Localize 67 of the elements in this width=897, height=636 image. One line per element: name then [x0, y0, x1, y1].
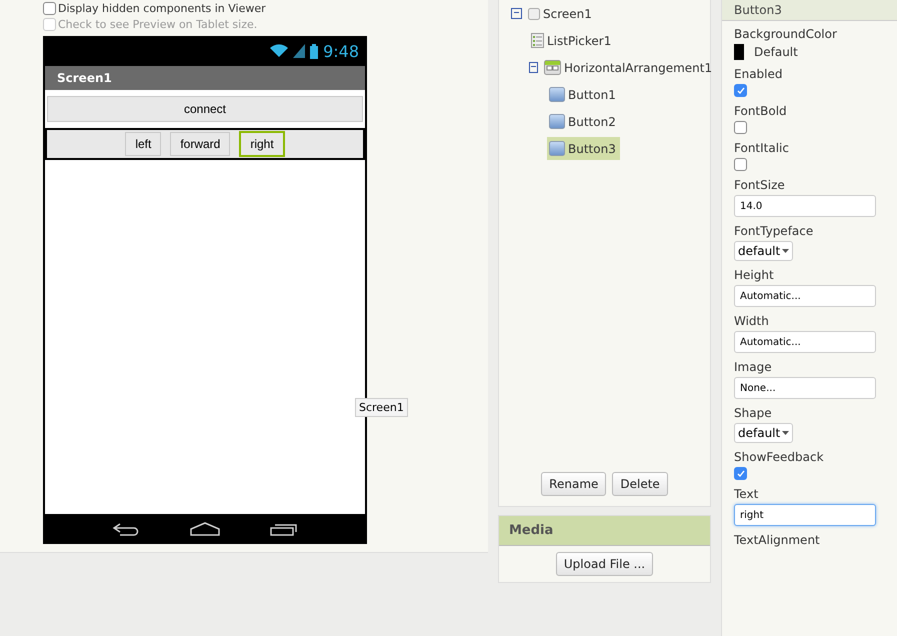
- properties-title: Button3: [722, 0, 897, 21]
- property-label: Height: [734, 268, 774, 282]
- tree-item[interactable]: Screen1: [526, 2, 596, 24]
- property-field[interactable]: None...: [734, 377, 876, 399]
- option-checkbox[interactable]: [43, 2, 56, 14]
- property-field[interactable]: Automatic...: [734, 285, 876, 307]
- color-value: Default: [754, 45, 798, 59]
- screen-icon: [528, 8, 540, 20]
- button-icon: [549, 87, 565, 102]
- property-label: FontTypeface: [734, 224, 814, 238]
- arrangement-icon: [544, 60, 561, 75]
- signal-icon: [293, 44, 306, 58]
- collapse-toggle[interactable]: [529, 62, 538, 73]
- property-label: Image: [734, 360, 772, 374]
- caret-icon: [782, 431, 790, 435]
- back-icon: [112, 522, 140, 536]
- screen-title: Screen1: [45, 66, 365, 90]
- property-checkbox[interactable]: [734, 84, 747, 97]
- property-label: FontSize: [734, 178, 785, 192]
- property-label: FontItalic: [734, 141, 789, 155]
- checkmark-icon: [736, 86, 744, 94]
- property-label: TextAlignment: [734, 533, 820, 547]
- property-label: ShowFeedback: [734, 450, 824, 464]
- property-label: FontBold: [734, 104, 787, 118]
- battery-icon: [310, 44, 318, 58]
- home-icon: [190, 522, 220, 536]
- property-dropdown[interactable]: default: [734, 241, 794, 261]
- upload-button[interactable]: Upload File ...: [556, 552, 654, 576]
- app-button[interactable]: connect: [47, 96, 363, 122]
- property-label: Shape: [734, 406, 772, 420]
- tree-item[interactable]: Button3: [547, 137, 620, 160]
- status-time: 9:48: [323, 42, 359, 60]
- caret-icon: [782, 249, 790, 253]
- tree-item[interactable]: ListPicker1: [529, 29, 616, 52]
- app-button[interactable]: forward: [170, 132, 230, 156]
- app-button[interactable]: left: [125, 132, 162, 156]
- property-dropdown[interactable]: default: [734, 423, 794, 443]
- horizontal-arrangement[interactable]: left forward right: [45, 128, 365, 160]
- property-checkbox[interactable]: [734, 121, 747, 134]
- property-label: Width: [734, 314, 769, 328]
- minus-icon: [530, 63, 537, 70]
- viewer-option[interactable]: Display hidden components in Viewer: [43, 0, 488, 16]
- button-icon: [549, 141, 565, 156]
- tree-item[interactable]: Button2: [547, 110, 620, 133]
- color-swatch[interactable]: [734, 44, 744, 60]
- wifi-icon: [270, 44, 288, 58]
- property-field[interactable]: right: [734, 504, 876, 526]
- tree-item[interactable]: Button1: [547, 83, 620, 106]
- tooltip: Screen1: [355, 398, 408, 417]
- recent-apps-icon: [270, 522, 298, 536]
- property-checkbox[interactable]: [734, 467, 747, 480]
- property-field[interactable]: Automatic...: [734, 331, 876, 353]
- list-icon: [531, 33, 544, 48]
- tree-item[interactable]: HorizontalArrangement1: [542, 56, 716, 79]
- media-title: Media: [499, 516, 710, 546]
- app-button[interactable]: right: [239, 131, 285, 157]
- panel-button[interactable]: Rename: [541, 472, 606, 496]
- property-checkbox[interactable]: [734, 158, 747, 171]
- property-label: Text: [734, 487, 758, 501]
- checkmark-icon: [736, 470, 744, 478]
- button-icon: [549, 114, 565, 129]
- property-label: BackgroundColor: [734, 27, 837, 41]
- panel-button[interactable]: Delete: [612, 472, 668, 496]
- property-field[interactable]: 14.0: [734, 195, 876, 217]
- property-label: Enabled: [734, 67, 782, 81]
- minus-icon: [513, 9, 520, 16]
- collapse-toggle[interactable]: [511, 8, 522, 19]
